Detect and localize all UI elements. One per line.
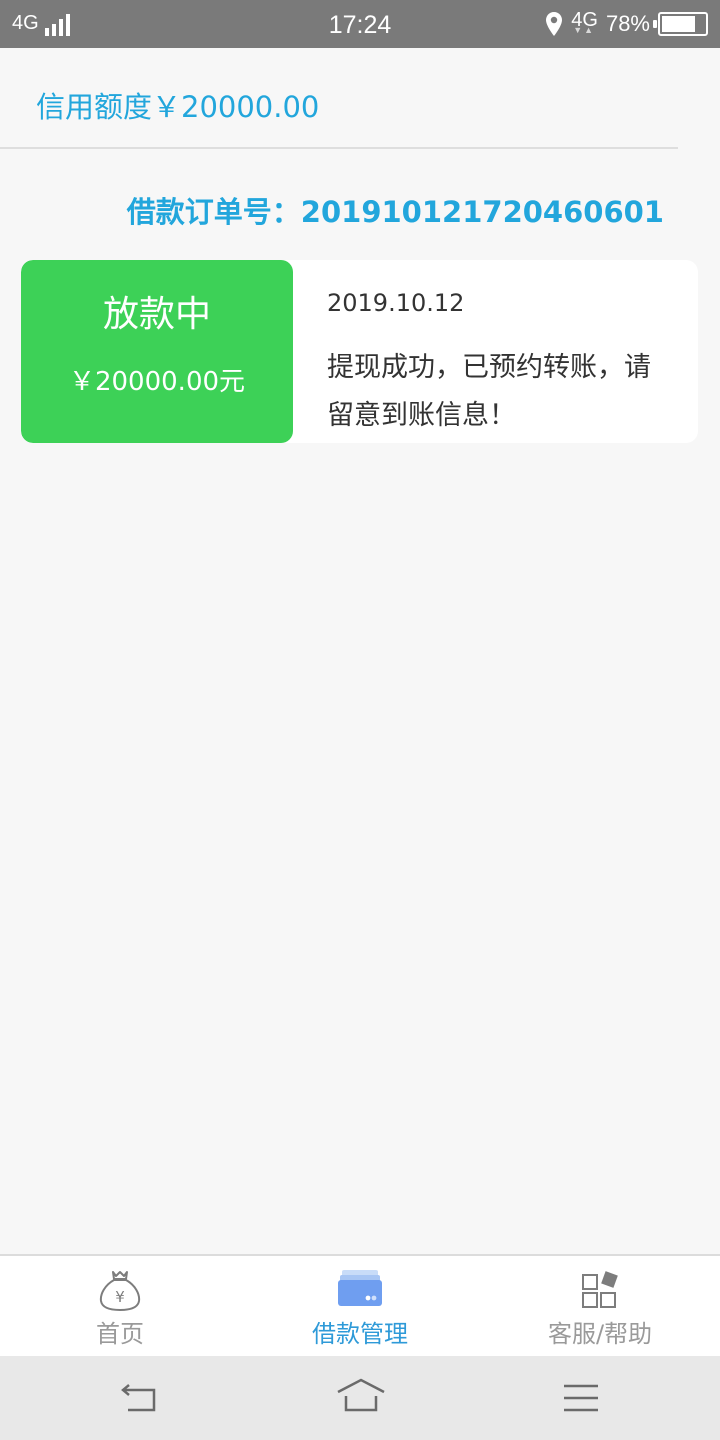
loan-message: 提现成功，已预约转账，请留意到账信息！ — [327, 352, 651, 431]
loan-order-number: 借款订单号：201910121720460601 — [126, 195, 664, 229]
system-nav-bar — [0, 1356, 720, 1440]
network-4g-indicator: 4G ▼▲ — [571, 10, 598, 38]
loan-amount: ￥20000.00元 — [68, 367, 246, 397]
loan-status-panel: 放款中 ￥20000.00元 — [21, 260, 293, 443]
battery-percent: 78% — [605, 11, 650, 36]
wallet-card-icon — [338, 1270, 382, 1306]
tab-loan-management-label: 借款管理 — [312, 1320, 408, 1348]
menu-icon[interactable] — [560, 1376, 604, 1420]
credit-limit-text: 信用额度￥20000.00 — [36, 90, 320, 124]
battery-fill — [662, 16, 695, 32]
loan-status-card[interactable]: 放款中 ￥20000.00元 2019.10.12 提现成功，已预约转账，请留意… — [21, 260, 698, 443]
loan-detail: 2019.10.12 提现成功，已预约转账，请留意到账信息！ — [327, 286, 677, 440]
tab-loan-management[interactable]: 借款管理 — [240, 1256, 480, 1356]
tab-customer-service-label: 客服/帮助 — [547, 1320, 653, 1348]
location-icon — [546, 12, 563, 36]
battery-icon — [653, 12, 708, 36]
loan-status-label: 放款中 — [102, 294, 211, 335]
data-arrows-icon: ▼▲ — [573, 25, 596, 35]
tab-home[interactable]: ¥ 首页 — [0, 1256, 240, 1356]
tab-home-label: 首页 — [96, 1320, 144, 1348]
money-bag-icon: ¥ — [99, 1271, 141, 1311]
loan-date: 2019.10.12 — [327, 289, 465, 317]
tab-customer-service[interactable]: 客服/帮助 — [480, 1256, 720, 1356]
back-icon[interactable] — [116, 1376, 160, 1420]
grid-apps-icon — [582, 1271, 618, 1308]
status-right: 4G ▼▲ 78% — [545, 10, 708, 38]
credit-limit-header: 信用额度￥20000.00 — [0, 48, 678, 149]
svg-text:¥: ¥ — [115, 1288, 125, 1306]
home-icon[interactable] — [336, 1376, 386, 1420]
bottom-tab-bar: ¥ 首页 借款管理 客服/帮助 — [0, 1254, 720, 1356]
status-bar: 4G 17:24 4G ▼▲ 78% — [0, 0, 720, 48]
